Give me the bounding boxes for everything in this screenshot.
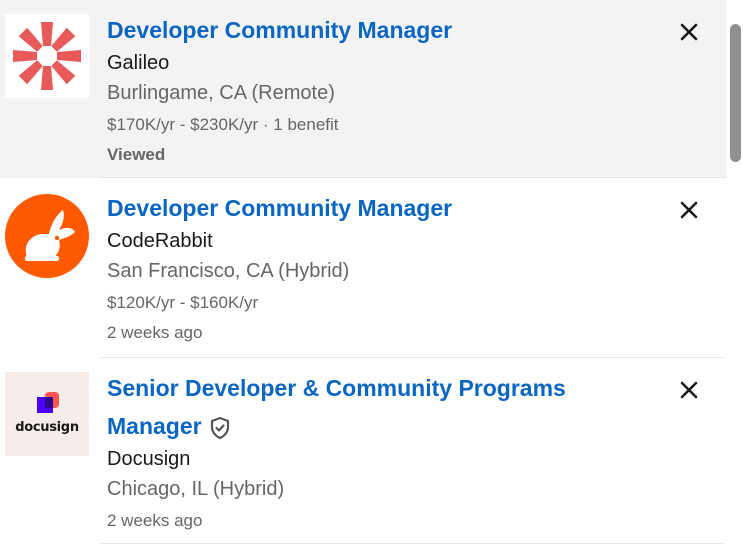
close-icon — [680, 23, 698, 41]
job-location: San Francisco, CA (Hybrid) — [107, 260, 350, 282]
job-list: Developer Community Manager Galileo Burl… — [0, 0, 727, 544]
docusign-logo[interactable]: docusign — [5, 372, 89, 456]
job-title-line1: Senior Developer & Community Programs — [107, 375, 566, 401]
job-location: Chicago, IL (Hybrid) — [107, 477, 285, 500]
job-title-link[interactable]: Senior Developer & Community Programs Ma… — [107, 370, 667, 444]
galileo-logo[interactable] — [5, 14, 89, 98]
coderabbit-logo[interactable] — [5, 194, 89, 278]
job-details: Senior Developer & Community Programs Ma… — [107, 370, 667, 536]
job-title-line2-text: Manager — [107, 412, 202, 439]
coderabbit-rabbit-icon — [5, 194, 89, 278]
job-title-link[interactable]: Developer Community Manager — [107, 12, 667, 48]
company-name: CodeRabbit — [107, 230, 213, 252]
job-card[interactable]: Developer Community Manager CodeRabbit S… — [0, 178, 727, 358]
job-location: Burlingame, CA (Remote) — [107, 82, 335, 104]
close-icon — [680, 381, 698, 399]
job-card[interactable]: docusign Senior Developer & Community Pr… — [0, 358, 727, 544]
viewed-status: Viewed — [107, 145, 166, 164]
job-details: Developer Community Manager CodeRabbit S… — [107, 190, 667, 348]
job-title-line2: Manager — [107, 406, 667, 444]
docusign-mark-icon — [37, 392, 59, 413]
job-salary: $120K/yr - $160K/yr — [107, 293, 259, 312]
company-name: Galileo — [107, 52, 170, 74]
posted-time: 2 weeks ago — [107, 323, 203, 342]
scrollbar-thumb[interactable] — [730, 24, 741, 162]
close-icon — [680, 201, 698, 219]
verified-shield-icon — [208, 414, 232, 440]
dismiss-job-button[interactable] — [675, 18, 703, 46]
company-name: Docusign — [107, 447, 191, 470]
job-details: Developer Community Manager Galileo Burl… — [107, 12, 667, 170]
job-title-link[interactable]: Developer Community Manager — [107, 190, 667, 226]
galileo-starburst-icon — [13, 22, 81, 90]
docusign-wordmark: docusign — [15, 420, 79, 435]
posted-time: 2 weeks ago — [107, 510, 203, 530]
dismiss-job-button[interactable] — [675, 376, 703, 404]
vertical-scrollbar[interactable] — [727, 0, 743, 544]
job-salary: $170K/yr - $230K/yr · 1 benefit — [107, 115, 339, 134]
dismiss-job-button[interactable] — [675, 196, 703, 224]
job-card[interactable]: Developer Community Manager Galileo Burl… — [0, 0, 727, 178]
